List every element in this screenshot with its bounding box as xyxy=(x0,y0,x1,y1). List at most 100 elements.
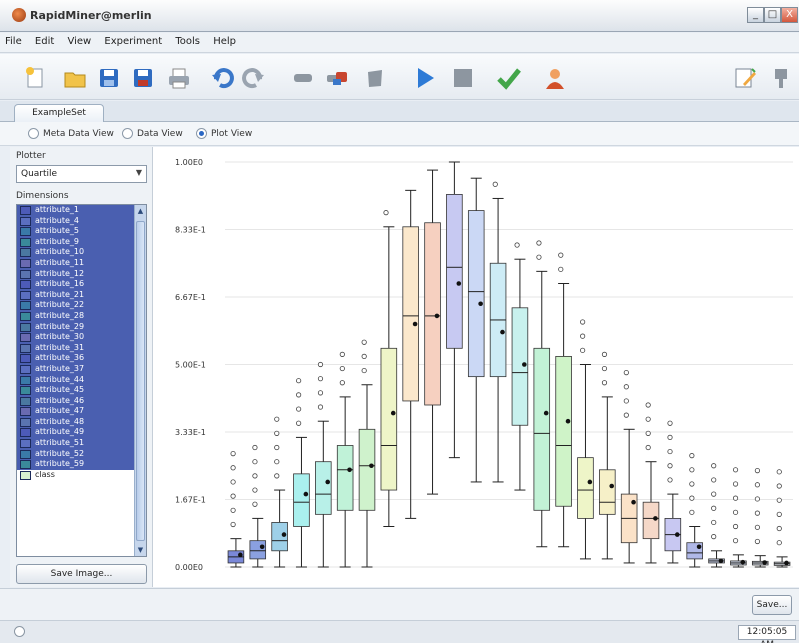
outlier-marker xyxy=(296,420,302,426)
status-bar: 12:05:05 AM xyxy=(0,620,799,643)
window-titlebar[interactable]: RapidMiner@merlin _ □ X xyxy=(0,0,799,32)
cut-icon[interactable] xyxy=(290,65,316,91)
dimensions-list[interactable]: attribute_1 attribute_4 attribute_5 attribu… xyxy=(16,204,147,557)
dimension-label: attribute_30 xyxy=(35,332,85,342)
dimension-item[interactable]: attribute_10 xyxy=(17,247,146,258)
dimension-item[interactable]: attribute_52 xyxy=(17,448,146,460)
box xyxy=(358,428,376,511)
dimension-item[interactable]: attribute_5 xyxy=(17,226,146,237)
dimension-label: attribute_44 xyxy=(35,374,85,384)
y-tick-label: 3.33E-1 xyxy=(175,428,206,437)
undo-icon[interactable] xyxy=(210,65,236,91)
outlier-marker xyxy=(536,240,542,246)
dimension-item[interactable]: attribute_16 xyxy=(17,279,146,290)
dimension-item[interactable]: attribute_49 xyxy=(17,427,146,439)
redo-icon[interactable] xyxy=(240,65,266,91)
dimension-label: attribute_10 xyxy=(35,247,85,257)
plot-view-radio[interactable]: Plot View xyxy=(196,128,252,139)
dimension-label: attribute_4 xyxy=(35,215,79,225)
outlier-marker xyxy=(339,380,345,386)
dimension-item[interactable]: attribute_9 xyxy=(17,236,146,248)
menu-view[interactable]: View xyxy=(62,33,96,50)
new-icon[interactable] xyxy=(22,65,48,91)
run-icon[interactable] xyxy=(412,65,438,91)
outlier-marker xyxy=(339,365,345,372)
maximize-button[interactable]: □ xyxy=(764,7,781,23)
menu-experiment[interactable]: Experiment xyxy=(99,33,167,50)
print-icon[interactable] xyxy=(166,65,192,91)
outlier-marker xyxy=(645,430,651,436)
dimension-item[interactable]: attribute_45 xyxy=(17,385,146,396)
paste-icon[interactable] xyxy=(362,65,388,91)
menu-edit[interactable]: Edit xyxy=(30,33,59,50)
mean-marker xyxy=(631,499,636,505)
dimension-item[interactable]: attribute_30 xyxy=(17,332,146,343)
box xyxy=(642,501,660,540)
save-image-button[interactable]: Save Image... xyxy=(16,564,147,584)
dimension-item[interactable]: attribute_31 xyxy=(17,342,146,354)
dimension-item[interactable]: attribute_48 xyxy=(17,416,146,428)
outlier-marker xyxy=(252,459,258,465)
scrollbar-thumb[interactable] xyxy=(136,221,145,541)
data-view-radio[interactable]: Data View xyxy=(122,128,183,139)
outlier-marker xyxy=(776,497,782,503)
dimension-color-swatch xyxy=(20,439,31,449)
dimensions-scrollbar[interactable]: ▲ ▼ xyxy=(134,205,146,556)
scroll-down-icon[interactable]: ▼ xyxy=(136,545,145,555)
radio-label: Meta Data View xyxy=(43,128,114,139)
close-button[interactable]: X xyxy=(781,7,798,23)
stop-icon[interactable] xyxy=(450,65,476,91)
tab-exampleset[interactable]: ExampleSet xyxy=(14,104,104,123)
y-tick-label: 6.67E-1 xyxy=(175,293,206,302)
dimension-label: attribute_37 xyxy=(35,363,85,373)
outlier-marker xyxy=(776,540,782,546)
dimension-item[interactable]: attribute_44 xyxy=(17,374,146,386)
dimension-item[interactable]: attribute_12 xyxy=(17,268,146,280)
outlier-marker xyxy=(361,353,367,359)
menu-file[interactable]: File xyxy=(0,33,27,50)
dimension-item[interactable]: attribute_22 xyxy=(17,300,146,311)
dimension-item[interactable]: attribute_28 xyxy=(17,310,146,322)
plotter-select[interactable]: Quartile ▼ xyxy=(16,165,147,183)
dimension-item[interactable]: attribute_47 xyxy=(17,406,146,417)
dimensions-label: Dimensions xyxy=(16,191,69,201)
dimension-item[interactable]: attribute_21 xyxy=(17,289,146,301)
dimension-item[interactable]: attribute_4 xyxy=(17,215,146,227)
pin-icon[interactable] xyxy=(768,65,794,91)
scroll-up-icon[interactable]: ▲ xyxy=(136,206,145,216)
save-as-icon[interactable] xyxy=(130,65,156,91)
mean-marker xyxy=(696,544,702,550)
dimension-item[interactable]: attribute_51 xyxy=(17,438,146,449)
dimension-item[interactable]: class xyxy=(17,469,146,481)
menu-tools[interactable]: Tools xyxy=(170,33,205,50)
app-logo-icon xyxy=(12,8,26,22)
meta-data-view-radio[interactable]: Meta Data View xyxy=(28,128,114,139)
mean-marker xyxy=(674,532,680,537)
dimension-label: attribute_47 xyxy=(35,406,85,416)
mean-marker xyxy=(390,410,396,416)
open-icon[interactable] xyxy=(62,65,88,91)
validate-icon[interactable] xyxy=(496,65,522,91)
mean-marker xyxy=(653,516,658,521)
minimize-button[interactable]: _ xyxy=(747,7,764,23)
edit-icon[interactable] xyxy=(732,65,758,91)
dimension-item[interactable]: attribute_59 xyxy=(17,459,146,470)
copy-icon[interactable] xyxy=(324,65,350,91)
user-icon[interactable] xyxy=(542,65,568,91)
dimension-item[interactable]: attribute_1 xyxy=(17,205,146,216)
menu-help[interactable]: Help xyxy=(208,33,241,50)
mean-marker xyxy=(609,483,615,489)
box xyxy=(336,445,354,511)
mean-marker xyxy=(522,362,527,367)
mean-marker xyxy=(259,544,265,550)
save-button[interactable]: Save... xyxy=(752,595,792,615)
dimension-item[interactable]: attribute_11 xyxy=(17,257,146,269)
dimension-item[interactable]: attribute_36 xyxy=(17,353,146,364)
dimension-item[interactable]: attribute_46 xyxy=(17,395,146,407)
outlier-marker xyxy=(689,509,695,515)
dimension-item[interactable]: attribute_29 xyxy=(17,321,146,333)
mean-marker xyxy=(740,559,746,565)
outlier-marker xyxy=(776,483,782,489)
dimension-item[interactable]: attribute_37 xyxy=(17,363,146,375)
save-icon[interactable] xyxy=(96,65,122,91)
